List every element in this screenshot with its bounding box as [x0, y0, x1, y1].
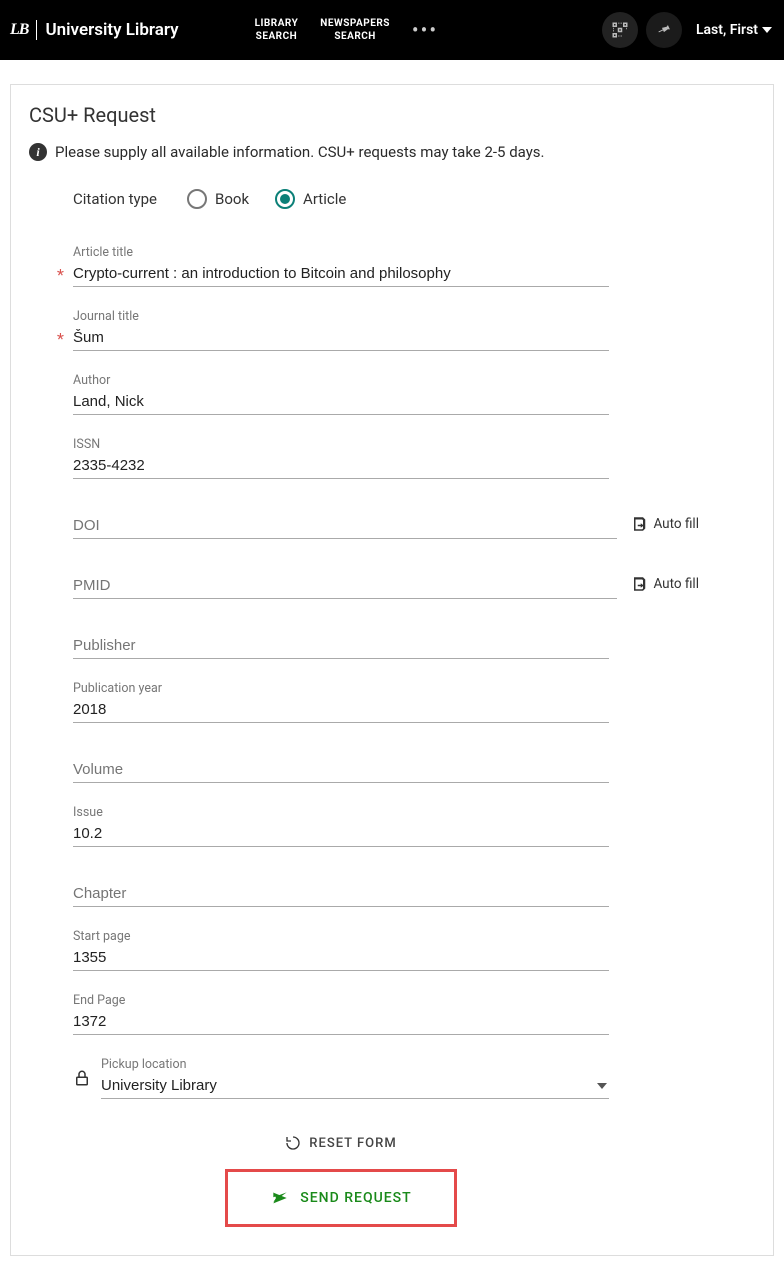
logo-text: University Library	[45, 20, 178, 40]
author-label: Author	[73, 373, 609, 388]
pickup-value[interactable]	[101, 1074, 609, 1099]
radio-book-label: Book	[215, 190, 249, 208]
autofill-label: Auto fill	[653, 516, 699, 532]
reset-button[interactable]: RESET FORM	[285, 1135, 396, 1151]
info-row: i Please supply all available informatio…	[29, 143, 755, 161]
publisher-input[interactable]	[73, 621, 609, 659]
autofill-icon	[631, 515, 649, 533]
start-page-label: Start page	[73, 929, 609, 944]
field-volume	[73, 745, 609, 783]
send-label: SEND REQUEST	[300, 1190, 411, 1206]
pmid-autofill-button[interactable]: Auto fill	[631, 575, 699, 599]
author-input[interactable]	[73, 390, 609, 415]
end-page-label: End Page	[73, 993, 609, 1008]
send-button[interactable]: SEND REQUEST	[270, 1190, 411, 1206]
field-pickup-location: Pickup location	[73, 1057, 609, 1099]
radio-book[interactable]: Book	[187, 189, 249, 209]
required-star: *	[57, 265, 64, 284]
logo[interactable]: LB University Library	[8, 20, 179, 40]
field-issue: Issue	[73, 805, 609, 847]
autofill-label: Auto fill	[653, 576, 699, 592]
field-doi	[73, 501, 617, 539]
request-card: CSU+ Request i Please supply all availab…	[10, 84, 774, 1256]
info-icon: i	[29, 143, 47, 161]
field-author: Author	[73, 373, 609, 415]
nav-library-search[interactable]: LIBRARY SEARCH	[249, 13, 305, 47]
field-end-page: End Page	[73, 993, 609, 1035]
pickup-label: Pickup location	[101, 1057, 609, 1072]
journal-title-input[interactable]	[73, 326, 609, 351]
form-actions: RESET FORM SEND REQUEST	[73, 1135, 609, 1227]
field-publisher	[73, 621, 609, 659]
end-page-input[interactable]	[73, 1010, 609, 1035]
volume-input[interactable]	[73, 745, 609, 783]
field-issn: ISSN	[73, 437, 609, 479]
user-menu[interactable]: Last, First	[690, 22, 772, 38]
top-right: Last, First	[602, 12, 772, 48]
logo-mark: LB	[10, 21, 28, 39]
form-area: Citation type Book Article * Article tit…	[29, 189, 609, 1227]
field-journal-title: * Journal title	[73, 309, 609, 351]
citation-type-row: Citation type Book Article	[73, 189, 609, 209]
caret-down-icon	[762, 27, 772, 33]
pmid-row: Auto fill	[73, 561, 699, 599]
card-title: CSU+ Request	[29, 103, 755, 127]
article-title-label: Article title	[73, 245, 609, 260]
more-menu-icon[interactable]: •••	[412, 18, 438, 42]
publication-year-label: Publication year	[73, 681, 609, 696]
pickup-select[interactable]: Pickup location	[101, 1057, 609, 1099]
field-publication-year: Publication year	[73, 681, 609, 723]
chevron-down-icon	[597, 1083, 607, 1089]
required-star: *	[57, 329, 64, 348]
citation-type-label: Citation type	[73, 190, 157, 208]
journal-title-label: Journal title	[73, 309, 609, 324]
reset-icon	[285, 1135, 301, 1151]
pin-svg	[656, 22, 672, 38]
publication-year-input[interactable]	[73, 698, 609, 723]
field-article-title: * Article title	[73, 245, 609, 287]
qr-icon[interactable]	[602, 12, 638, 48]
radio-article[interactable]: Article	[275, 189, 346, 209]
user-label: Last, First	[696, 22, 758, 38]
start-page-input[interactable]	[73, 946, 609, 971]
pmid-input[interactable]	[73, 561, 617, 599]
nav-newspapers-search[interactable]: NEWSPAPERS SEARCH	[314, 13, 396, 47]
qr-svg	[611, 21, 629, 39]
issue-input[interactable]	[73, 822, 609, 847]
top-bar: LB University Library LIBRARY SEARCH NEW…	[0, 0, 784, 60]
field-start-page: Start page	[73, 929, 609, 971]
doi-input[interactable]	[73, 501, 617, 539]
issn-label: ISSN	[73, 437, 609, 452]
lock-icon	[73, 1069, 91, 1099]
send-highlight: SEND REQUEST	[225, 1169, 456, 1227]
chapter-input[interactable]	[73, 869, 609, 907]
radio-circle-article	[275, 189, 295, 209]
field-chapter	[73, 869, 609, 907]
info-text: Please supply all available information.…	[55, 143, 545, 161]
article-title-input[interactable]	[73, 262, 609, 287]
reset-label: RESET FORM	[309, 1136, 396, 1151]
autofill-icon	[631, 575, 649, 593]
radio-circle-book	[187, 189, 207, 209]
issue-label: Issue	[73, 805, 609, 820]
send-icon	[270, 1190, 290, 1206]
issn-input[interactable]	[73, 454, 609, 479]
pin-icon[interactable]	[646, 12, 682, 48]
nav-links: LIBRARY SEARCH NEWSPAPERS SEARCH	[249, 13, 396, 47]
field-pmid	[73, 561, 617, 599]
doi-autofill-button[interactable]: Auto fill	[631, 515, 699, 539]
logo-divider	[36, 20, 37, 40]
radio-article-label: Article	[303, 190, 346, 208]
doi-row: Auto fill	[73, 501, 699, 539]
